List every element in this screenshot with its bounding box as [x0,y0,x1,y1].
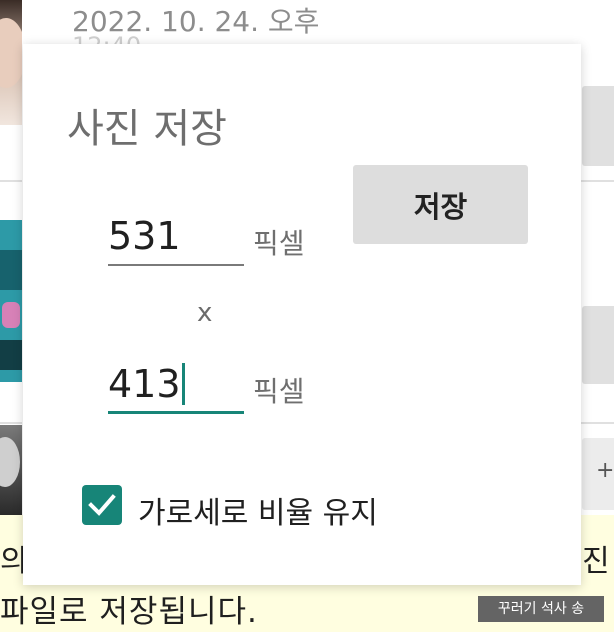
dialog-title: 사진 저장 [67,106,227,152]
post-header: 2022. 10. 24. 오후 12:40 [40,0,580,44]
height-input[interactable]: 413 [108,354,244,414]
check-icon [88,494,116,516]
divider [0,180,22,182]
keep-ratio-checkbox[interactable] [82,485,122,525]
input-underline-focused [108,411,244,414]
background-button[interactable] [582,86,614,166]
width-value: 531 [108,214,181,258]
post-time: 12:40 [72,32,141,44]
thumbnail-image[interactable] [0,0,22,125]
height-unit-label: 픽셀 [253,375,305,408]
save-button[interactable]: 저장 [353,165,528,244]
width-input[interactable]: 531 [108,206,244,266]
notice-text: 파일로 저장됩니다. [0,594,258,630]
divider [581,422,614,424]
times-sign: x [197,298,213,328]
plus-icon: + [596,458,614,483]
thumbnail-image[interactable] [0,220,22,382]
divider [581,180,614,182]
text-cursor [181,363,185,405]
save-photo-dialog: 사진 저장 저장 531 픽셀 x 413 픽셀 가로세로 비율 유지 [23,44,581,585]
divider [0,422,22,424]
background-add-button[interactable]: + [582,438,614,510]
notice-text-fragment: 진 [582,544,610,579]
thumbnail-image[interactable] [0,425,22,515]
decorate-badge[interactable]: 꾸러기 석사 송 [478,596,604,622]
width-unit-label: 픽셀 [253,227,305,260]
background-button[interactable] [582,306,614,384]
input-underline [108,264,244,266]
height-value: 413 [108,362,181,406]
height-value-wrap: 413 [108,362,185,406]
keep-ratio-label[interactable]: 가로세로 비율 유지 [138,488,378,532]
